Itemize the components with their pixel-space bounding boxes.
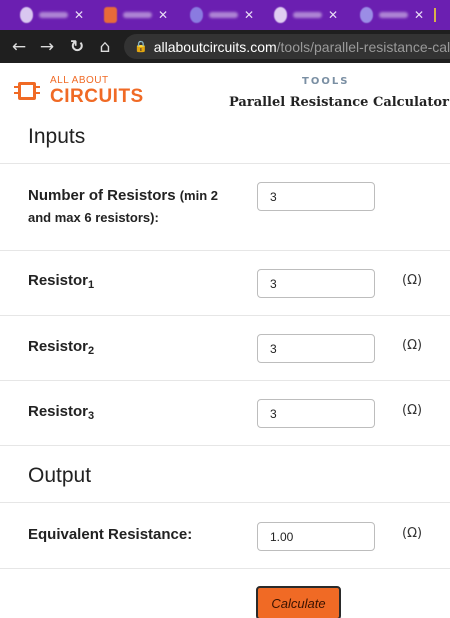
equivalent-resistance-label: Equivalent Resistance:: [28, 526, 193, 543]
tab-close-icon[interactable]: ✕: [414, 8, 424, 22]
logo-text-big: CIRCUITS: [50, 86, 144, 107]
tab-favicon-icon: [274, 7, 288, 23]
browser-toolbar: ← → ↻ ⌂ 🔒 allaboutcircuits.com /tools/pa…: [0, 30, 450, 63]
tab-title-blurred: [209, 12, 238, 18]
divider: [0, 250, 450, 251]
tab-close-icon[interactable]: ✕: [328, 8, 338, 22]
resistor-1-input[interactable]: [257, 269, 375, 298]
tab-title-blurred: [123, 12, 152, 18]
resistor-2-unit: (Ω): [402, 338, 423, 353]
lock-icon[interactable]: 🔒: [134, 40, 148, 53]
tab-title-blurred: [293, 12, 322, 18]
resistor-3-unit: (Ω): [402, 403, 423, 418]
url-path: /tools/parallel-resistance-calculator/: [276, 38, 450, 55]
browser-tab-strip: ✕ ✕ ✕ ✕ ✕: [0, 0, 450, 30]
home-icon[interactable]: ⌂: [94, 37, 116, 57]
browser-tab[interactable]: ✕: [14, 5, 84, 25]
divider: [0, 163, 450, 164]
address-bar[interactable]: 🔒 allaboutcircuits.com /tools/parallel-r…: [124, 34, 450, 59]
browser-tab[interactable]: ✕: [354, 5, 424, 25]
tab-favicon-icon: [190, 7, 204, 23]
tab-title-blurred: [379, 12, 408, 18]
tab-title-blurred: [39, 12, 68, 18]
forward-arrow-icon[interactable]: →: [36, 37, 58, 57]
site-logo[interactable]: ALL ABOUT CIRCUITS: [14, 76, 144, 106]
num-resistors-label: Number of Resistors (min 2 and max 6 res…: [28, 187, 219, 225]
num-resistors-input[interactable]: [257, 182, 375, 211]
reload-icon[interactable]: ↻: [66, 37, 88, 57]
resistor-3-input[interactable]: [257, 399, 375, 428]
tab-close-icon[interactable]: ✕: [158, 8, 168, 22]
tab-favicon-icon: [20, 7, 34, 23]
resistor-3-label: Resistor3: [28, 403, 95, 422]
tab-favicon-icon: [360, 7, 374, 23]
tab-separator: [434, 8, 436, 22]
chip-logo-icon: [14, 78, 40, 104]
browser-tab[interactable]: ✕: [268, 5, 338, 25]
divider: [0, 380, 450, 381]
inputs-heading: Inputs: [28, 125, 86, 148]
page-title: Parallel Resistance Calculator: [229, 95, 449, 110]
resistor-2-input[interactable]: [257, 334, 375, 363]
divider: [0, 445, 450, 446]
divider: [0, 502, 450, 503]
browser-tab[interactable]: ✕: [184, 5, 254, 25]
equivalent-resistance-output[interactable]: [257, 522, 375, 551]
browser-tab[interactable]: ✕: [98, 5, 168, 25]
resistor-1-unit: (Ω): [402, 273, 423, 288]
section-label[interactable]: TOOLS: [302, 76, 349, 87]
resistor-1-label: Resistor1: [28, 272, 95, 291]
resistor-2-label: Resistor2: [28, 338, 95, 357]
divider: [0, 315, 450, 316]
calculate-button[interactable]: Calculate: [256, 586, 341, 618]
back-arrow-icon[interactable]: ←: [8, 37, 30, 57]
logo-text-small: ALL ABOUT: [50, 75, 109, 86]
tab-favicon-icon: [104, 7, 118, 23]
equivalent-resistance-unit: (Ω): [402, 526, 423, 541]
output-heading: Output: [28, 464, 92, 487]
divider: [0, 568, 450, 569]
tab-close-icon[interactable]: ✕: [74, 8, 84, 22]
tab-close-icon[interactable]: ✕: [244, 8, 254, 22]
url-host: allaboutcircuits.com: [153, 38, 277, 55]
